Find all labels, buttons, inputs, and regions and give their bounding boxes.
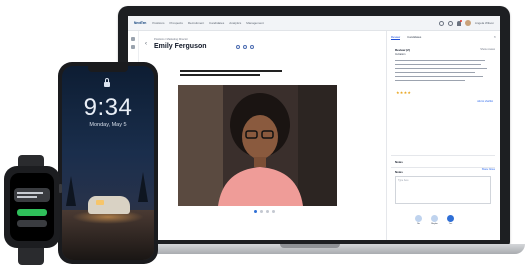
pager-dot[interactable] [254,210,257,213]
yes-button[interactable]: Yes [447,215,454,225]
avatar[interactable] [464,20,471,26]
watch-text-line [17,192,43,194]
more-icon[interactable] [250,45,254,49]
question-text-line [180,74,260,76]
section-subtitle: Invitation [395,53,406,56]
review-text-line [395,64,481,66]
tab-candidates[interactable]: Candidates [407,35,421,40]
watch-text-line [17,196,37,198]
nav-item[interactable]: Analytics [229,21,241,25]
review-text-line [395,68,487,70]
decision-buttons: No Maybe Yes [415,215,454,225]
lock-icon [104,82,110,87]
back-arrow-icon[interactable]: ‹ [145,41,147,47]
watch-dismiss-button[interactable] [17,220,47,227]
help-icon[interactable] [447,20,453,26]
download-icon[interactable] [243,45,247,49]
panel-tabs: Review Candidates [391,35,421,40]
watch-crown[interactable] [59,184,62,193]
decision-label: Notes [395,170,403,174]
review-text-line [395,76,483,78]
watch-reply-button[interactable] [17,209,47,216]
close-icon[interactable]: × [494,34,496,39]
video-pager [254,210,275,213]
notes-label: Notes [395,160,403,164]
nav-item[interactable]: Prospects [170,21,183,25]
review-panel: Review Candidates × Review (2) Show revi… [386,31,500,240]
nav-item[interactable]: Recruitment [188,21,204,25]
review-text-line [395,72,475,74]
share-notes-link[interactable]: Share Notes [482,168,495,171]
maybe-label: Maybe [431,223,438,225]
search-icon[interactable] [438,20,444,26]
tab-review[interactable]: Review [391,35,401,40]
page-title: Emily Ferguson [154,43,207,50]
trailer-image [88,196,130,214]
notes-textarea[interactable]: Type here [395,176,491,204]
pager-dot[interactable] [272,210,275,213]
maybe-circle [431,215,438,222]
lockscreen-time: 9:34 [83,94,133,121]
pager-dot[interactable] [266,210,269,213]
no-circle [415,215,422,222]
top-navigation: NextTen Positions Prospects Recruitment … [128,16,500,31]
lockscreen-date: Monday, May 5 [89,122,127,128]
shortlist-link[interactable]: Add to shortlist [477,100,493,103]
bell-icon[interactable] [456,19,462,26]
watch-screen [10,173,54,241]
question-text-line [180,70,282,72]
no-label: No [417,223,420,225]
tree-silhouette [66,176,76,206]
review-text-line [395,60,485,62]
brand-logo[interactable]: NextTen [134,21,146,25]
nav-item[interactable]: Management [246,21,264,25]
home-icon[interactable] [131,37,135,41]
watch-band [18,245,44,265]
nav-actions: Angela Wilson [438,19,494,26]
yes-circle [447,215,454,222]
star-rating[interactable]: ★★★★ [396,91,411,95]
laptop-notch [280,244,340,248]
divider [391,167,495,168]
show-review-link[interactable]: Show review [480,48,495,51]
share-icon[interactable] [236,45,240,49]
list-icon[interactable] [131,45,135,49]
pager-dot[interactable] [260,210,263,213]
user-name[interactable]: Angela Wilson [475,21,494,25]
nav-item[interactable]: Positions [152,21,164,25]
phone-notch [88,66,128,72]
candidate-video[interactable] [178,85,337,206]
maybe-button[interactable]: Maybe [431,215,438,225]
review-text-line [395,80,465,82]
divider [391,155,495,156]
laptop-screen: NextTen Positions Prospects Recruitment … [128,16,500,240]
device-scene: NextTen Positions Prospects Recruitment … [0,0,525,266]
trailer-window [96,200,104,205]
header-actions [236,45,254,49]
no-button[interactable]: No [415,215,422,225]
notification-dot [459,19,462,22]
yes-label: Yes [448,223,453,225]
section-title: Review (2) [395,48,410,52]
nav-item[interactable]: Candidates [209,21,224,25]
video-frame [178,85,337,206]
watch-message-bubble [14,188,50,202]
tree-silhouette [138,172,148,202]
breadcrumb[interactable]: Positions / Marketing Director [154,38,188,41]
